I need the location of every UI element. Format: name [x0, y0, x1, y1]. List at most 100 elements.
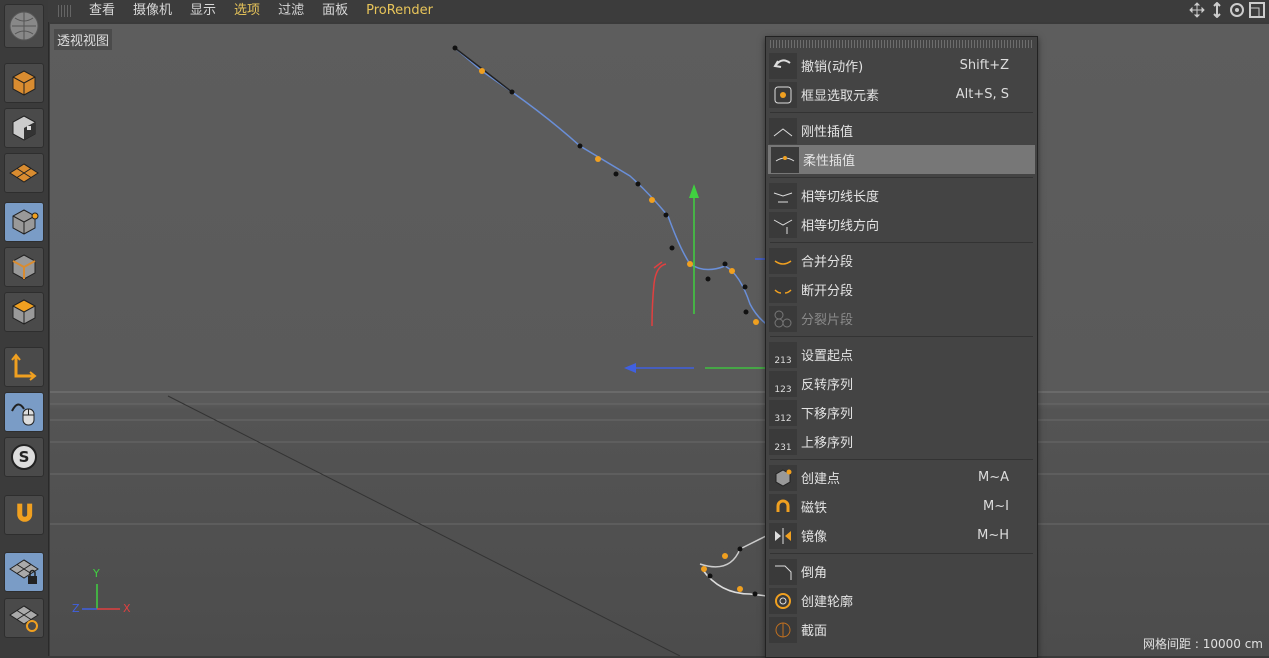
rotate-view-icon[interactable]	[1229, 2, 1245, 18]
menu-item-chamfer[interactable]: 倒角	[766, 557, 1037, 586]
left-toolbar: S	[0, 0, 49, 656]
menu-view[interactable]: 查看	[80, 0, 124, 22]
join-segment-icon	[769, 247, 797, 274]
transform-gizmo[interactable]	[624, 184, 770, 373]
menu-item-shortcut: M~A	[977, 470, 1009, 485]
menu-camera[interactable]: 摄像机	[124, 0, 181, 22]
model-mode-icon[interactable]	[4, 63, 44, 103]
viewport-title: 透视视图	[54, 29, 113, 50]
texture-mode-icon[interactable]	[4, 108, 44, 148]
menu-item-reverse-sequence[interactable]: 123 反转序列	[766, 369, 1037, 398]
menu-item-label: 撤销(动作)	[801, 60, 864, 75]
polygons-mode-icon[interactable]	[4, 292, 44, 332]
viewport-nav-icons	[1189, 2, 1265, 18]
menu-item-frame-selected[interactable]: 框显选取元素 Alt+S, S	[766, 80, 1037, 109]
menu-separator	[770, 459, 1033, 460]
menu-separator	[770, 242, 1033, 243]
menu-item-equal-tangent-direction[interactable]: 相等切线方向	[766, 210, 1037, 239]
svg-text:213: 213	[774, 356, 791, 366]
points-mode-icon[interactable]	[4, 202, 44, 242]
menu-item-label: 合并分段	[801, 255, 854, 270]
move-view-icon[interactable]	[1189, 2, 1205, 18]
spline-context-menu: 撤销(动作) Shift+Z 框显选取元素 Alt+S, S 刚性插值柔性插值相等切线长…	[765, 36, 1038, 658]
context-menu-items: 撤销(动作) Shift+Z 框显选取元素 Alt+S, S 刚性插值柔性插值相等切线长…	[766, 51, 1037, 644]
menu-item-mirror[interactable]: 镜像 M~H	[766, 521, 1037, 550]
tweak-mode-icon[interactable]	[4, 392, 44, 432]
menu-tearoff-grip[interactable]	[770, 40, 1033, 48]
menu-item-join-segment[interactable]: 合并分段	[766, 246, 1037, 275]
axis-label-x: X	[123, 602, 131, 615]
explode-segments-icon	[769, 305, 797, 332]
set-first-point-icon: 213	[769, 341, 797, 368]
planar-workplane-icon[interactable]	[4, 598, 44, 638]
menu-item-soft-interpolation[interactable]: 柔性插值	[768, 145, 1035, 174]
menu-item-set-first-point[interactable]: 213 设置起点	[766, 340, 1037, 369]
menu-prorender[interactable]: ProRender	[357, 0, 442, 22]
world-axis-indicator	[82, 584, 120, 610]
menu-separator	[770, 112, 1033, 113]
scene-canvas[interactable]	[50, 24, 1269, 656]
menu-item-create-outline[interactable]: 创建轮廓	[766, 586, 1037, 615]
menu-item-label: 设置起点	[801, 349, 854, 364]
menu-options[interactable]: 选项	[225, 0, 269, 22]
break-segment-icon	[769, 276, 797, 303]
maximize-view-icon[interactable]	[1249, 2, 1265, 18]
equal-tangent-direction-icon	[769, 211, 797, 238]
workplane-mode-icon[interactable]	[4, 153, 44, 193]
floor-grid	[50, 391, 1269, 656]
soft-interpolation-icon	[771, 146, 799, 173]
menu-item-magnet[interactable]: 磁铁 M~I	[766, 492, 1037, 521]
menu-item-break-segment[interactable]: 断开分段	[766, 275, 1037, 304]
axis-label-z: Z	[72, 602, 80, 615]
menu-item-label: 镜像	[801, 530, 828, 545]
menu-panel[interactable]: 面板	[313, 0, 357, 22]
spline-curve[interactable]	[452, 45, 791, 601]
chamfer-icon	[769, 558, 797, 585]
menu-item-move-down-sequence[interactable]: 312 下移序列	[766, 398, 1037, 427]
viewport-menubar: 查看 摄像机 显示 选项 过滤 面板 ProRender	[48, 0, 1269, 22]
menu-item-create-point[interactable]: 创建点 M~A	[766, 463, 1037, 492]
menu-item-cross-section[interactable]: 截面	[766, 615, 1037, 644]
menu-separator	[770, 336, 1033, 337]
frame-selected-icon	[769, 81, 797, 108]
menu-item-label: 相等切线长度	[801, 190, 880, 205]
menu-item-label: 柔性插值	[803, 154, 856, 169]
axis-mode-icon[interactable]	[4, 347, 44, 387]
menu-item-label: 截面	[801, 624, 828, 639]
menu-item-label: 创建点	[801, 472, 841, 487]
svg-text:231: 231	[774, 443, 791, 453]
menu-item-move-up-sequence[interactable]: 231 上移序列	[766, 427, 1037, 456]
mirror-icon	[769, 522, 797, 549]
undo-icon	[769, 52, 797, 79]
workplane-lock-icon[interactable]	[4, 552, 44, 592]
menu-item-undo[interactable]: 撤销(动作) Shift+Z	[766, 51, 1037, 80]
menu-item-label: 分裂片段	[801, 313, 854, 328]
menu-item-label: 框显选取元素	[801, 89, 880, 104]
menu-item-equal-tangent-length[interactable]: 相等切线长度	[766, 181, 1037, 210]
perspective-viewport[interactable]: Y X Z 透视视图 网格间距 : 10000 cm	[50, 24, 1269, 656]
menu-filter[interactable]: 过滤	[269, 0, 313, 22]
create-point-icon	[769, 464, 797, 491]
menu-item-explode-segments: 分裂片段	[766, 304, 1037, 333]
undo-globe-icon[interactable]	[4, 4, 44, 48]
menu-item-shortcut: M~H	[977, 528, 1009, 543]
menu-item-hard-interpolation[interactable]: 刚性插值	[766, 116, 1037, 145]
menu-item-label: 断开分段	[801, 284, 854, 299]
menu-item-shortcut: M~I	[983, 499, 1009, 514]
menu-item-label: 创建轮廓	[801, 595, 854, 610]
axis-label-y: Y	[93, 567, 100, 580]
grid-spacing-readout: 网格间距 : 10000 cm	[1143, 637, 1263, 651]
menu-display[interactable]: 显示	[181, 0, 225, 22]
snap-icon[interactable]	[4, 495, 44, 535]
magnet-icon	[769, 493, 797, 520]
move-up-sequence-icon: 231	[769, 428, 797, 455]
edges-mode-icon[interactable]	[4, 247, 44, 287]
menu-item-shortcut: Shift+Z	[959, 58, 1009, 73]
cross-section-icon	[769, 616, 797, 643]
zoom-view-icon[interactable]	[1209, 2, 1225, 18]
menu-item-label: 倒角	[801, 566, 828, 581]
menu-item-label: 磁铁	[801, 501, 828, 516]
svg-text:123: 123	[774, 385, 791, 395]
solo-icon[interactable]: S	[4, 437, 44, 477]
menubar-grip-icon[interactable]	[58, 5, 72, 17]
